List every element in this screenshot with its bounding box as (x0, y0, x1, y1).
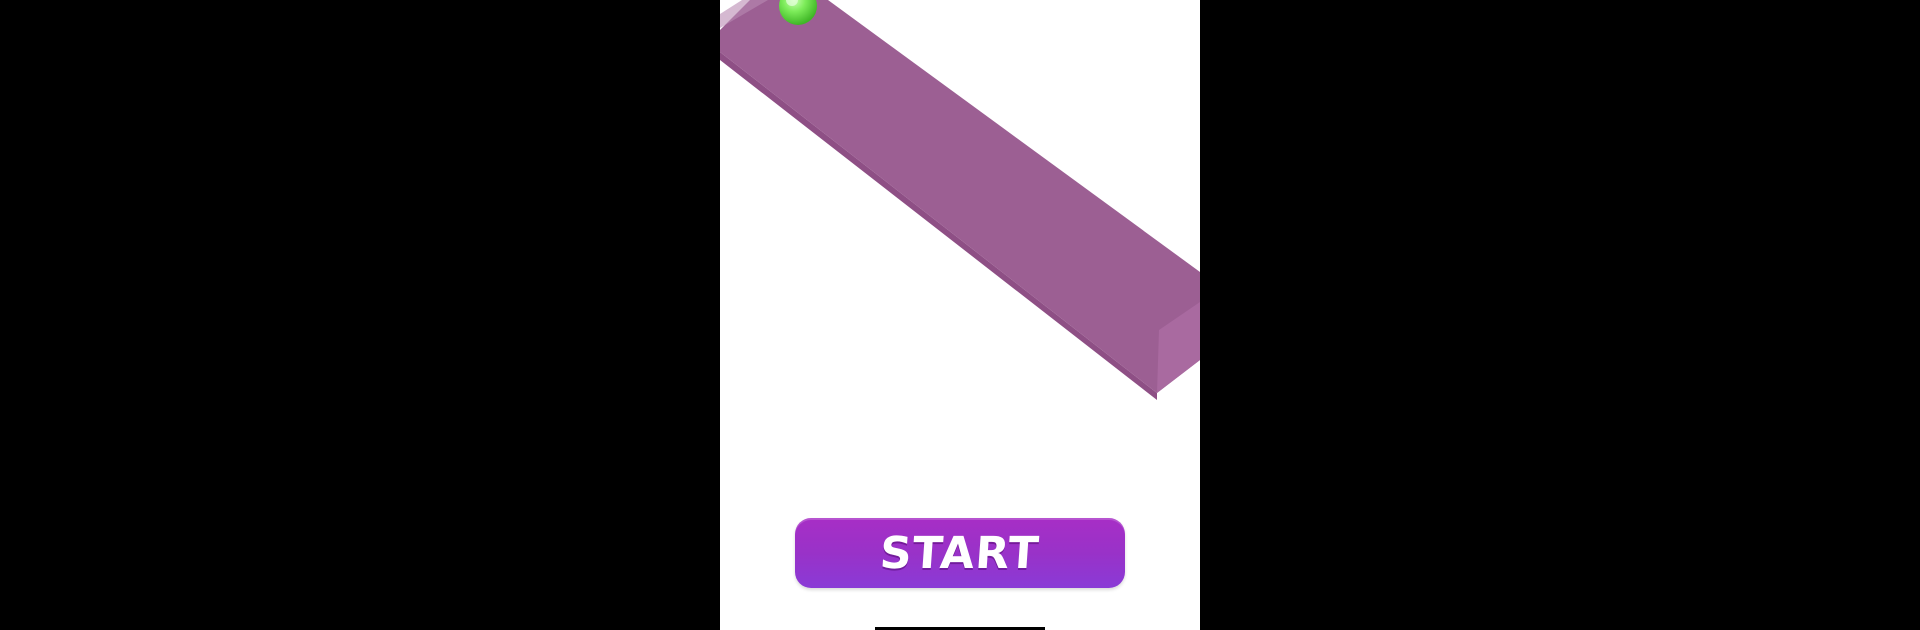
start-button-label: START (878, 527, 1042, 579)
start-button[interactable]: START (795, 518, 1125, 588)
track-top-face (720, 0, 1200, 393)
game-stage: START (0, 0, 1920, 630)
game-viewport[interactable]: START (720, 0, 1200, 630)
